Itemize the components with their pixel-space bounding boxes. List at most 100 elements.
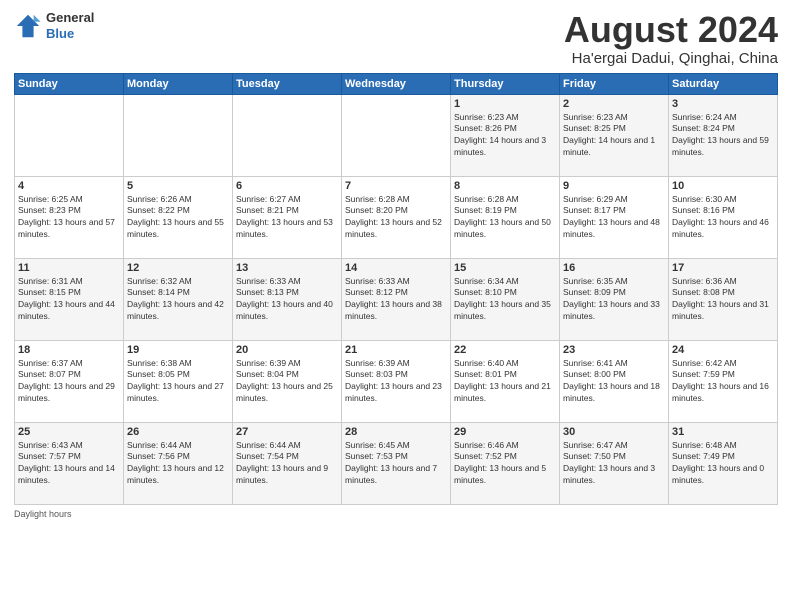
day-number: 13 <box>236 262 338 274</box>
calendar-header-row: SundayMondayTuesdayWednesdayThursdayFrid… <box>15 73 778 94</box>
day-number: 18 <box>18 344 120 356</box>
calendar-title: August 2024 <box>564 10 778 50</box>
logo-icon <box>14 12 42 40</box>
day-cell: 29 Sunrise: 6:46 AM Sunset: 7:52 PM Dayl… <box>451 422 560 504</box>
day-info: Sunrise: 6:28 AM Sunset: 8:19 PM Dayligh… <box>454 194 556 242</box>
day-info: Sunrise: 6:27 AM Sunset: 8:21 PM Dayligh… <box>236 194 338 242</box>
day-info: Sunrise: 6:41 AM Sunset: 8:00 PM Dayligh… <box>563 358 665 406</box>
day-cell <box>15 94 124 176</box>
day-number: 3 <box>672 98 774 110</box>
day-cell: 16 Sunrise: 6:35 AM Sunset: 8:09 PM Dayl… <box>560 258 669 340</box>
header-friday: Friday <box>560 73 669 94</box>
day-number: 5 <box>127 180 229 192</box>
day-cell: 4 Sunrise: 6:25 AM Sunset: 8:23 PM Dayli… <box>15 176 124 258</box>
day-cell: 21 Sunrise: 6:39 AM Sunset: 8:03 PM Dayl… <box>342 340 451 422</box>
title-area: August 2024 Ha'ergai Dadui, Qinghai, Chi… <box>564 10 778 67</box>
day-info: Sunrise: 6:34 AM Sunset: 8:10 PM Dayligh… <box>454 276 556 324</box>
day-number: 4 <box>18 180 120 192</box>
day-cell: 7 Sunrise: 6:28 AM Sunset: 8:20 PM Dayli… <box>342 176 451 258</box>
day-cell: 26 Sunrise: 6:44 AM Sunset: 7:56 PM Dayl… <box>124 422 233 504</box>
day-info: Sunrise: 6:39 AM Sunset: 8:03 PM Dayligh… <box>345 358 447 406</box>
logo-blue: Blue <box>46 26 94 42</box>
header: General Blue August 2024 Ha'ergai Dadui,… <box>14 10 778 67</box>
day-cell <box>342 94 451 176</box>
day-cell: 22 Sunrise: 6:40 AM Sunset: 8:01 PM Dayl… <box>451 340 560 422</box>
day-info: Sunrise: 6:40 AM Sunset: 8:01 PM Dayligh… <box>454 358 556 406</box>
day-info: Sunrise: 6:46 AM Sunset: 7:52 PM Dayligh… <box>454 440 556 488</box>
calendar-table: SundayMondayTuesdayWednesdayThursdayFrid… <box>14 73 778 505</box>
day-number: 6 <box>236 180 338 192</box>
day-info: Sunrise: 6:38 AM Sunset: 8:05 PM Dayligh… <box>127 358 229 406</box>
day-cell: 11 Sunrise: 6:31 AM Sunset: 8:15 PM Dayl… <box>15 258 124 340</box>
header-wednesday: Wednesday <box>342 73 451 94</box>
footer: Daylight hours <box>14 509 778 519</box>
day-number: 2 <box>563 98 665 110</box>
header-monday: Monday <box>124 73 233 94</box>
day-info: Sunrise: 6:42 AM Sunset: 7:59 PM Dayligh… <box>672 358 774 406</box>
day-number: 25 <box>18 426 120 438</box>
day-number: 28 <box>345 426 447 438</box>
day-info: Sunrise: 6:23 AM Sunset: 8:26 PM Dayligh… <box>454 112 556 160</box>
day-cell <box>233 94 342 176</box>
day-cell <box>124 94 233 176</box>
day-cell: 19 Sunrise: 6:38 AM Sunset: 8:05 PM Dayl… <box>124 340 233 422</box>
day-cell: 27 Sunrise: 6:44 AM Sunset: 7:54 PM Dayl… <box>233 422 342 504</box>
footer-label: Daylight hours <box>14 509 72 519</box>
week-row-1: 1 Sunrise: 6:23 AM Sunset: 8:26 PM Dayli… <box>15 94 778 176</box>
day-cell: 5 Sunrise: 6:26 AM Sunset: 8:22 PM Dayli… <box>124 176 233 258</box>
day-info: Sunrise: 6:24 AM Sunset: 8:24 PM Dayligh… <box>672 112 774 160</box>
day-info: Sunrise: 6:33 AM Sunset: 8:13 PM Dayligh… <box>236 276 338 324</box>
logo: General Blue <box>14 10 94 41</box>
week-row-2: 4 Sunrise: 6:25 AM Sunset: 8:23 PM Dayli… <box>15 176 778 258</box>
day-info: Sunrise: 6:33 AM Sunset: 8:12 PM Dayligh… <box>345 276 447 324</box>
day-info: Sunrise: 6:36 AM Sunset: 8:08 PM Dayligh… <box>672 276 774 324</box>
day-cell: 25 Sunrise: 6:43 AM Sunset: 7:57 PM Dayl… <box>15 422 124 504</box>
header-sunday: Sunday <box>15 73 124 94</box>
header-tuesday: Tuesday <box>233 73 342 94</box>
day-number: 27 <box>236 426 338 438</box>
day-cell: 20 Sunrise: 6:39 AM Sunset: 8:04 PM Dayl… <box>233 340 342 422</box>
day-cell: 15 Sunrise: 6:34 AM Sunset: 8:10 PM Dayl… <box>451 258 560 340</box>
day-number: 29 <box>454 426 556 438</box>
day-cell: 17 Sunrise: 6:36 AM Sunset: 8:08 PM Dayl… <box>669 258 778 340</box>
day-number: 10 <box>672 180 774 192</box>
logo-text: General Blue <box>46 10 94 41</box>
day-cell: 28 Sunrise: 6:45 AM Sunset: 7:53 PM Dayl… <box>342 422 451 504</box>
day-info: Sunrise: 6:47 AM Sunset: 7:50 PM Dayligh… <box>563 440 665 488</box>
day-number: 23 <box>563 344 665 356</box>
day-cell: 8 Sunrise: 6:28 AM Sunset: 8:19 PM Dayli… <box>451 176 560 258</box>
day-number: 17 <box>672 262 774 274</box>
day-info: Sunrise: 6:37 AM Sunset: 8:07 PM Dayligh… <box>18 358 120 406</box>
week-row-4: 18 Sunrise: 6:37 AM Sunset: 8:07 PM Dayl… <box>15 340 778 422</box>
day-info: Sunrise: 6:26 AM Sunset: 8:22 PM Dayligh… <box>127 194 229 242</box>
day-cell: 13 Sunrise: 6:33 AM Sunset: 8:13 PM Dayl… <box>233 258 342 340</box>
day-info: Sunrise: 6:29 AM Sunset: 8:17 PM Dayligh… <box>563 194 665 242</box>
day-number: 16 <box>563 262 665 274</box>
day-cell: 3 Sunrise: 6:24 AM Sunset: 8:24 PM Dayli… <box>669 94 778 176</box>
header-saturday: Saturday <box>669 73 778 94</box>
day-cell: 6 Sunrise: 6:27 AM Sunset: 8:21 PM Dayli… <box>233 176 342 258</box>
day-cell: 14 Sunrise: 6:33 AM Sunset: 8:12 PM Dayl… <box>342 258 451 340</box>
day-info: Sunrise: 6:44 AM Sunset: 7:54 PM Dayligh… <box>236 440 338 488</box>
day-cell: 12 Sunrise: 6:32 AM Sunset: 8:14 PM Dayl… <box>124 258 233 340</box>
header-thursday: Thursday <box>451 73 560 94</box>
day-info: Sunrise: 6:48 AM Sunset: 7:49 PM Dayligh… <box>672 440 774 488</box>
day-info: Sunrise: 6:43 AM Sunset: 7:57 PM Dayligh… <box>18 440 120 488</box>
day-number: 8 <box>454 180 556 192</box>
day-number: 14 <box>345 262 447 274</box>
day-info: Sunrise: 6:39 AM Sunset: 8:04 PM Dayligh… <box>236 358 338 406</box>
day-cell: 23 Sunrise: 6:41 AM Sunset: 8:00 PM Dayl… <box>560 340 669 422</box>
day-info: Sunrise: 6:32 AM Sunset: 8:14 PM Dayligh… <box>127 276 229 324</box>
day-number: 24 <box>672 344 774 356</box>
day-cell: 31 Sunrise: 6:48 AM Sunset: 7:49 PM Dayl… <box>669 422 778 504</box>
day-cell: 10 Sunrise: 6:30 AM Sunset: 8:16 PM Dayl… <box>669 176 778 258</box>
day-info: Sunrise: 6:30 AM Sunset: 8:16 PM Dayligh… <box>672 194 774 242</box>
day-number: 7 <box>345 180 447 192</box>
day-number: 15 <box>454 262 556 274</box>
day-cell: 2 Sunrise: 6:23 AM Sunset: 8:25 PM Dayli… <box>560 94 669 176</box>
day-number: 26 <box>127 426 229 438</box>
day-info: Sunrise: 6:23 AM Sunset: 8:25 PM Dayligh… <box>563 112 665 160</box>
day-info: Sunrise: 6:45 AM Sunset: 7:53 PM Dayligh… <box>345 440 447 488</box>
day-number: 31 <box>672 426 774 438</box>
day-number: 22 <box>454 344 556 356</box>
